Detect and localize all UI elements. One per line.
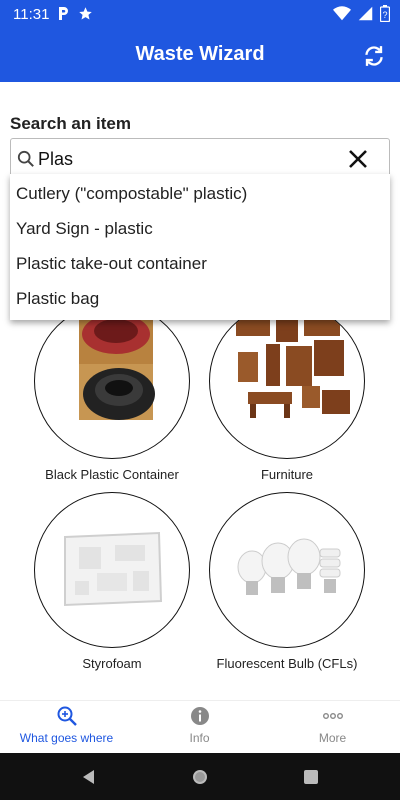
status-left-icons — [58, 6, 93, 21]
category-styrofoam[interactable]: Styrofoam — [34, 492, 190, 672]
category-fluorescent-bulb[interactable]: Fluorescent Bulb (CFLs) — [209, 492, 365, 672]
status-time: 11:31 — [13, 6, 50, 23]
refresh-button[interactable] — [360, 42, 388, 70]
search-box[interactable] — [10, 138, 390, 178]
status-right-icons: ? — [333, 5, 390, 22]
star-icon — [79, 7, 92, 20]
category-label: Styrofoam — [82, 656, 142, 671]
black-plastic-container-image — [34, 303, 190, 459]
suggestion-item[interactable]: Cutlery ("compostable" plastic) — [10, 176, 390, 211]
category-label: Black Plastic Container — [45, 467, 179, 482]
system-nav-bar — [0, 753, 400, 800]
search-input[interactable] — [38, 145, 338, 173]
furniture-image — [209, 303, 365, 459]
nav-more[interactable]: More — [266, 705, 399, 745]
recents-icon — [304, 770, 318, 784]
nav-info[interactable]: Info — [133, 705, 266, 745]
more-icon — [322, 712, 343, 719]
clear-search-button[interactable] — [347, 148, 369, 170]
refresh-icon — [365, 46, 383, 66]
nav-label: Info — [189, 731, 210, 745]
app-title: Waste Wizard — [135, 43, 265, 65]
close-icon — [349, 150, 367, 168]
svg-text:?: ? — [382, 10, 387, 20]
search-label: Search an item — [10, 114, 131, 133]
suggestion-item[interactable]: Yard Sign - plastic — [10, 211, 390, 246]
suggestions-dropdown: Cutlery ("compostable" plastic) Yard Sig… — [10, 174, 390, 320]
suggestion-item[interactable]: Plastic bag — [10, 281, 390, 316]
search-icon — [17, 150, 34, 167]
suggestion-item[interactable]: Plastic take-out container — [10, 246, 390, 281]
category-label: Fluorescent Bulb (CFLs) — [216, 656, 358, 671]
home-button[interactable] — [190, 767, 210, 787]
wifi-icon — [333, 6, 351, 21]
app-bar: Waste Wizard — [0, 30, 400, 82]
battery-icon: ? — [380, 5, 390, 22]
back-button[interactable] — [79, 767, 99, 787]
category-black-plastic-container[interactable]: Black Plastic Container — [34, 303, 190, 483]
nav-what-goes-where[interactable]: What goes where — [0, 705, 133, 745]
back-icon — [83, 770, 94, 784]
recents-button[interactable] — [301, 767, 321, 787]
fluorescent-bulb-image — [209, 492, 365, 648]
nav-label: More — [318, 731, 347, 745]
nav-label: What goes where — [19, 731, 114, 745]
signal-icon — [358, 6, 373, 21]
category-furniture[interactable]: Furniture — [209, 303, 365, 483]
parking-icon — [59, 7, 68, 20]
status-bar: 11:31 ? — [0, 0, 400, 30]
bottom-nav: What goes where Info More — [0, 700, 400, 753]
category-label: Furniture — [260, 467, 314, 482]
search-zoom-icon — [57, 706, 77, 726]
info-icon — [190, 707, 209, 725]
styrofoam-image — [34, 492, 190, 648]
home-icon — [193, 770, 207, 784]
